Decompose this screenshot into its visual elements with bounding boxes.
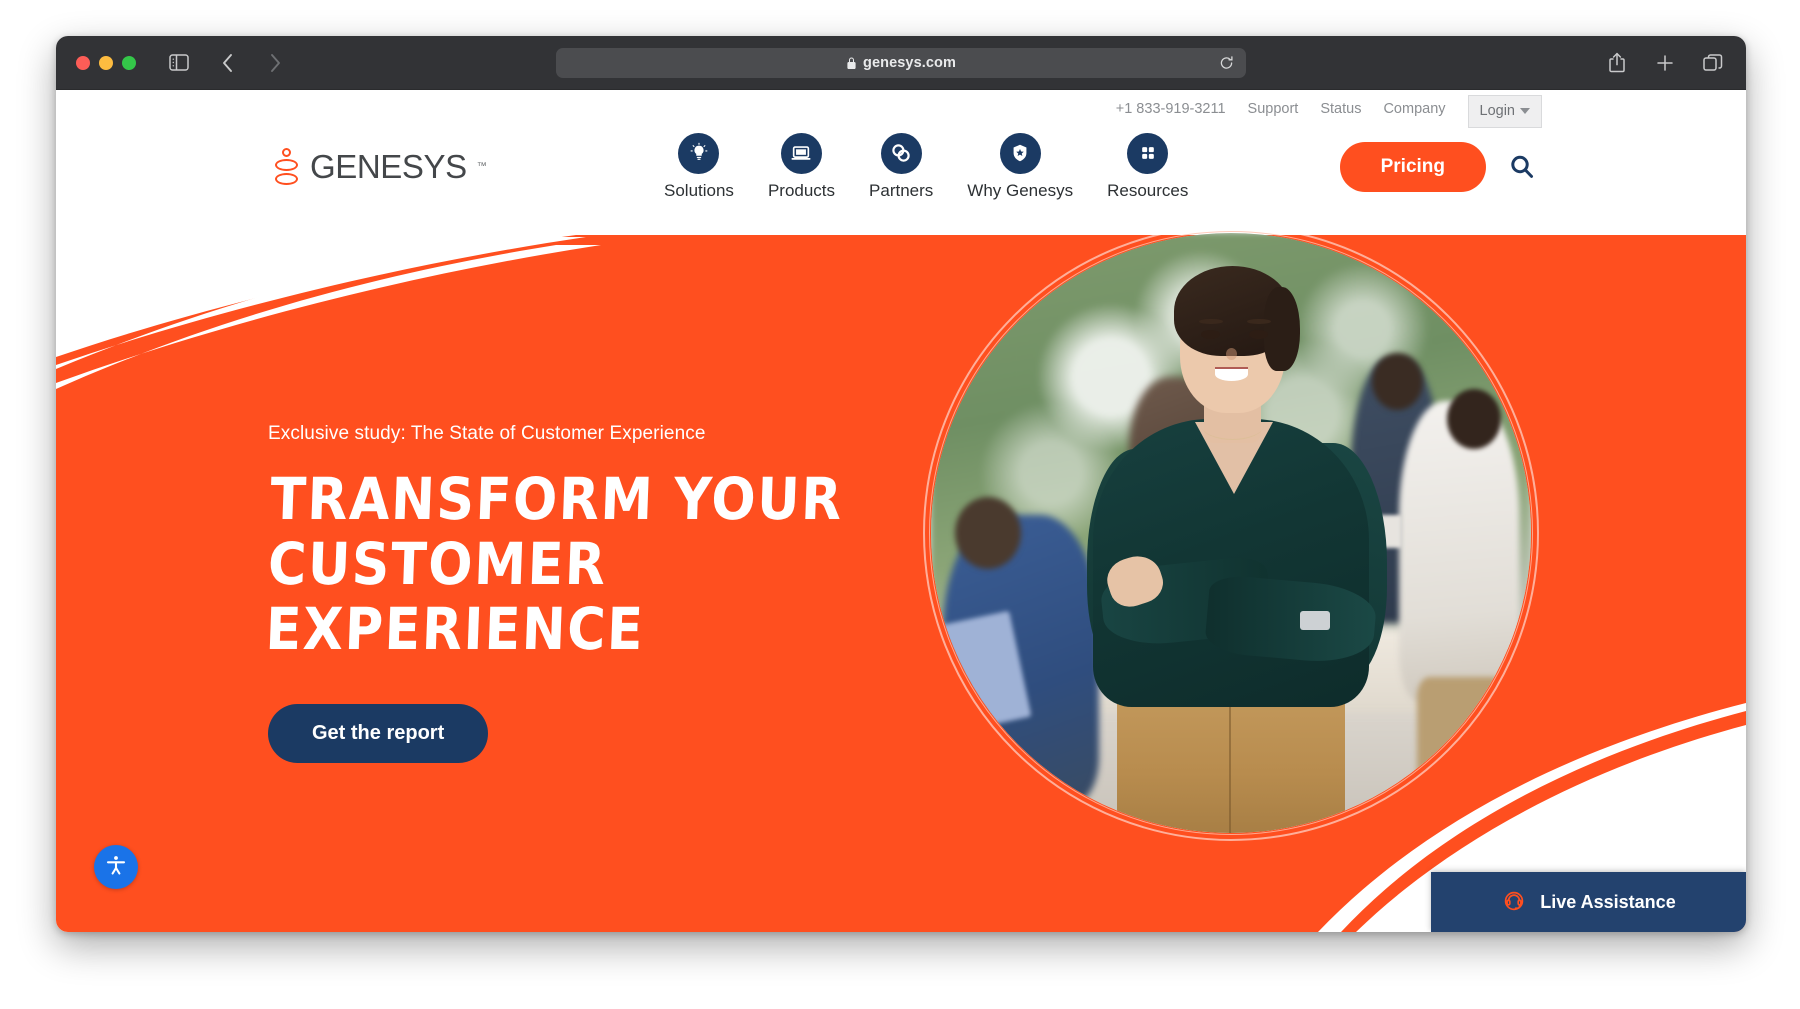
window-traffic-lights	[76, 55, 136, 70]
tab-overview-icon[interactable]	[1700, 50, 1726, 76]
nav-item-why-genesys[interactable]: Why Genesys	[967, 132, 1074, 201]
hero-headline-line-2: Customer Experience	[264, 529, 646, 663]
nav-item-resources[interactable]: Resources	[1107, 132, 1189, 201]
nav-label-solutions: Solutions	[664, 180, 734, 200]
hero-eyebrow: Exclusive study: The State of Customer E…	[268, 423, 706, 444]
accessibility-person-icon	[104, 853, 128, 882]
hero-headline-line-1: Transform your	[269, 465, 845, 533]
nav-label-products: Products	[767, 180, 836, 200]
nav-item-solutions[interactable]: Solutions	[664, 132, 734, 201]
site-header: GENESYS ™ Solutions Products Partners Wh…	[56, 128, 1746, 205]
live-assistance-label: Live Assistance	[1540, 891, 1676, 912]
trademark-symbol: ™	[476, 161, 487, 172]
address-bar[interactable]: genesys.com	[556, 47, 1246, 78]
share-icon[interactable]	[1604, 50, 1630, 76]
laptop-icon	[780, 132, 822, 174]
plus-icon[interactable]	[1652, 50, 1678, 76]
header-actions: Pricing	[1339, 141, 1536, 192]
address-bar-url: genesys.com	[863, 54, 956, 71]
login-label: Login	[1479, 102, 1515, 119]
lightbulb-icon	[678, 132, 720, 174]
linked-circles-icon	[880, 132, 922, 174]
page-viewport: +1 833-919-3211 Support Status Company L…	[56, 90, 1746, 932]
hero-image	[923, 225, 1539, 841]
genesys-logo-mark-icon	[274, 147, 300, 186]
hero-section: Exclusive study: The State of Customer E…	[56, 205, 1746, 932]
get-the-report-button[interactable]: Get the report	[268, 703, 489, 763]
nav-label-resources: Resources	[1107, 180, 1189, 200]
hero-headline: Transform your Customer Experience	[264, 465, 912, 663]
nav-item-products[interactable]: Products	[767, 132, 836, 201]
minimize-window-button[interactable]	[99, 55, 113, 70]
shield-star-icon	[999, 132, 1041, 174]
live-assistance-widget[interactable]: Live Assistance	[1431, 872, 1746, 932]
chevron-down-icon	[1520, 107, 1530, 114]
browser-window: genesys.com +1 833-919-3211 Support Stat…	[56, 36, 1746, 932]
lock-icon	[846, 56, 857, 70]
back-arrow-icon[interactable]	[214, 50, 240, 76]
hero-copy: Exclusive study: The State of Customer E…	[265, 423, 908, 763]
nav-label-partners: Partners	[869, 180, 934, 200]
hero-subject	[931, 233, 1531, 833]
browser-toolbar: genesys.com	[56, 36, 1746, 90]
nav-item-partners[interactable]: Partners	[869, 132, 934, 201]
utility-link-status[interactable]: Status	[1320, 101, 1361, 117]
zoom-window-button[interactable]	[122, 55, 136, 70]
genesys-logo[interactable]: GENESYS ™	[274, 147, 487, 186]
close-window-button[interactable]	[76, 55, 90, 70]
utility-phone[interactable]: +1 833-919-3211	[1116, 101, 1226, 117]
login-dropdown[interactable]: Login	[1467, 94, 1542, 128]
forward-arrow-icon[interactable]	[262, 50, 288, 76]
accessibility-widget-button[interactable]	[94, 845, 138, 889]
pricing-button[interactable]: Pricing	[1339, 141, 1486, 192]
utility-link-support[interactable]: Support	[1248, 101, 1299, 117]
utility-link-company[interactable]: Company	[1383, 101, 1445, 117]
search-icon[interactable]	[1508, 153, 1536, 181]
grid-dots-icon	[1127, 132, 1169, 174]
browser-actions-group	[1604, 50, 1726, 76]
genesys-logo-text: GENESYS	[310, 147, 467, 185]
reload-icon[interactable]	[1219, 55, 1234, 70]
browser-nav-group	[166, 50, 288, 76]
headset-icon	[1501, 889, 1527, 915]
nav-label-why-genesys: Why Genesys	[967, 180, 1074, 200]
sidebar-toggle-icon[interactable]	[166, 50, 192, 76]
hero-image-circle	[931, 233, 1531, 833]
utility-bar: +1 833-919-3211 Support Status Company L…	[56, 90, 1746, 128]
main-navigation: Solutions Products Partners Why Genesys …	[664, 132, 1189, 201]
